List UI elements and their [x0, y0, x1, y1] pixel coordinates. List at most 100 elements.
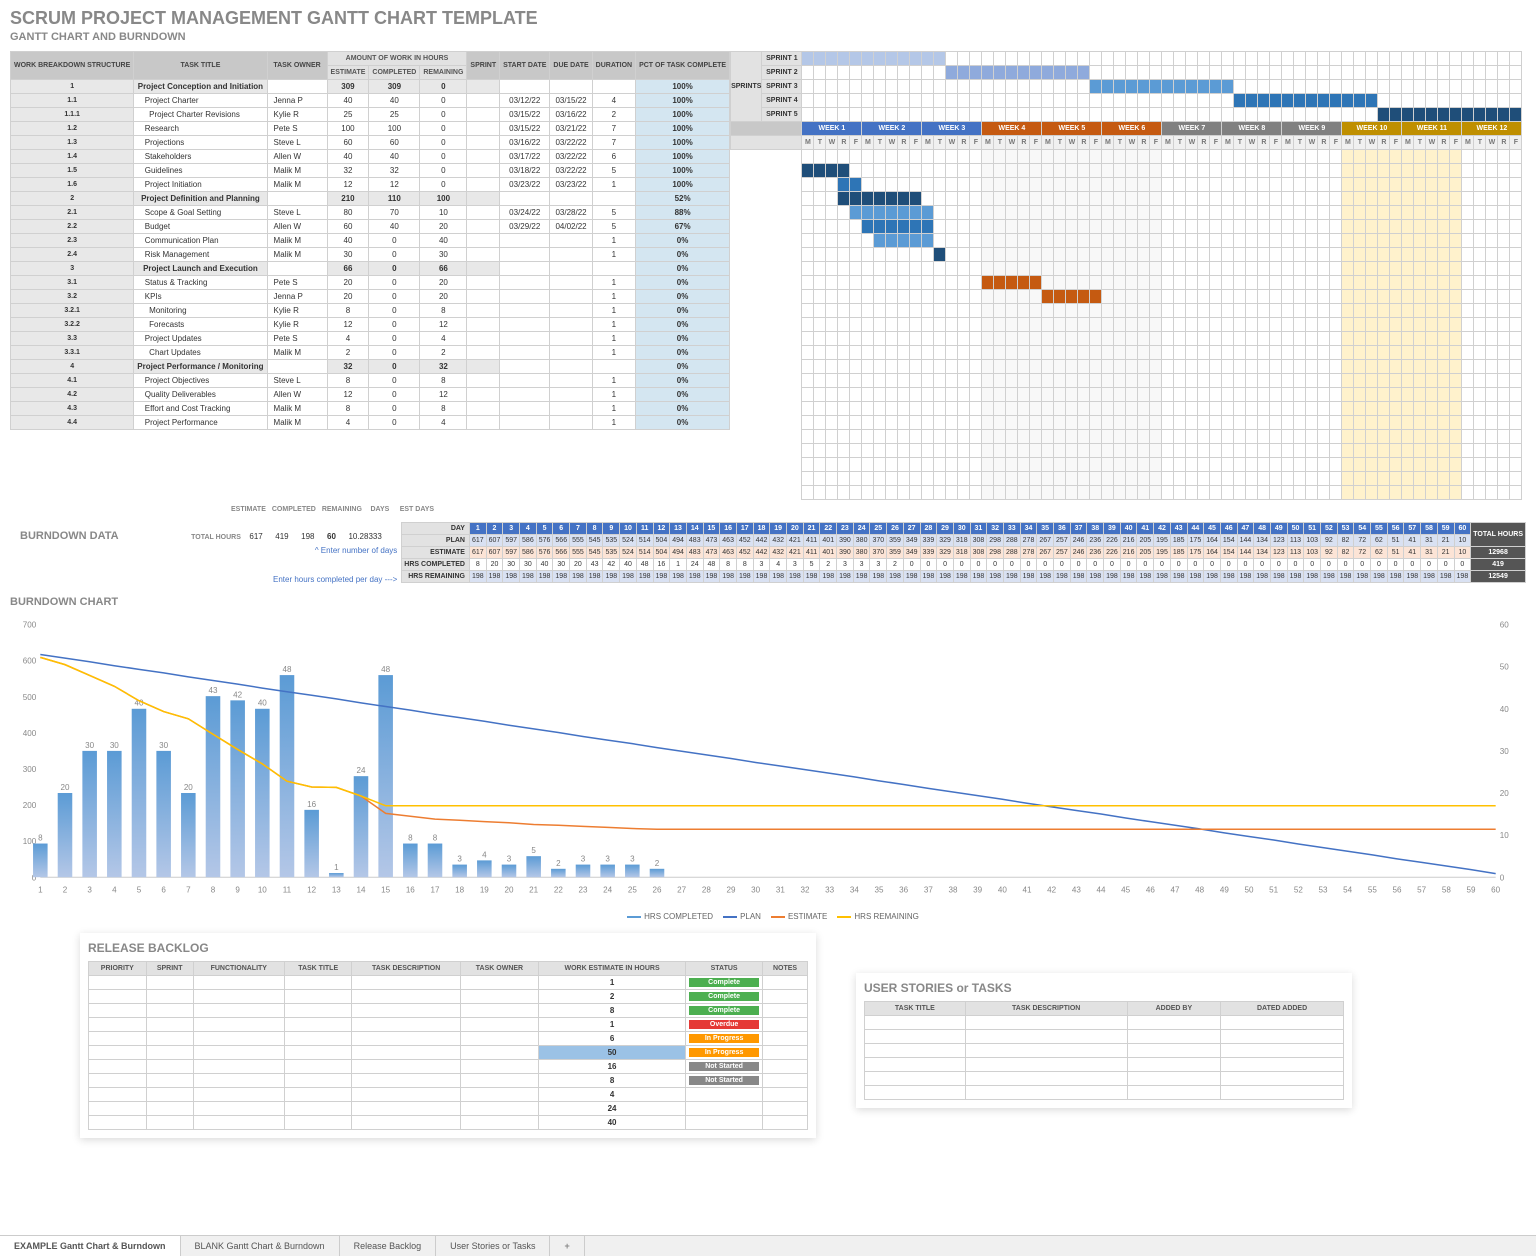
task-row[interactable]: 2.2 Budget Allen W 604020 03/29/2204/02/…: [11, 220, 730, 234]
task-row[interactable]: 1.1.1 Project Charter Revisions Kylie R …: [11, 108, 730, 122]
svg-text:8: 8: [38, 834, 43, 843]
task-row[interactable]: 2.3 Communication Plan Malik M 40040 1 0…: [11, 234, 730, 248]
task-row[interactable]: 1.3 Projections Steve L 60600 03/16/2203…: [11, 136, 730, 150]
svg-text:10: 10: [1500, 831, 1509, 840]
svg-text:56: 56: [1393, 885, 1402, 894]
svg-text:9: 9: [235, 885, 240, 894]
svg-text:400: 400: [23, 729, 37, 738]
svg-text:38: 38: [949, 885, 958, 894]
task-row[interactable]: 2.4 Risk Management Malik M 30030 1 0%: [11, 248, 730, 262]
task-row[interactable]: 3.2 KPIs Jenna P 20020 1 0%: [11, 290, 730, 304]
task-row[interactable]: 4.4 Project Performance Malik M 404 1 0%: [11, 416, 730, 430]
svg-text:1: 1: [334, 863, 339, 872]
backlog-row[interactable]: 4: [89, 1088, 808, 1102]
backlog-row[interactable]: 8 Not Started: [89, 1074, 808, 1088]
svg-text:59: 59: [1467, 885, 1476, 894]
story-row[interactable]: [865, 1072, 1344, 1086]
col-wbs: WORK BREAKDOWN STRUCTURE: [11, 52, 134, 80]
svg-text:25: 25: [628, 885, 637, 894]
subtitle: GANTT CHART AND BURNDOWN: [0, 31, 1536, 51]
col-owner: TASK OWNER: [267, 52, 327, 80]
svg-text:5: 5: [531, 846, 536, 855]
svg-text:47: 47: [1171, 885, 1180, 894]
add-sheet[interactable]: +: [550, 1236, 584, 1256]
backlog-row[interactable]: 6 In Progress: [89, 1032, 808, 1046]
svg-text:41: 41: [1023, 885, 1032, 894]
task-row[interactable]: 1.5 Guidelines Malik M 32320 03/18/2203/…: [11, 164, 730, 178]
svg-text:3: 3: [457, 855, 462, 864]
svg-text:21: 21: [529, 885, 538, 894]
task-row[interactable]: 1.4 Stakeholders Allen W 40400 03/17/220…: [11, 150, 730, 164]
svg-text:2: 2: [655, 859, 660, 868]
backlog-row[interactable]: 1 Complete: [89, 976, 808, 990]
svg-text:2: 2: [63, 885, 68, 894]
svg-text:30: 30: [1500, 747, 1509, 756]
svg-text:12: 12: [307, 885, 316, 894]
sheet-tab[interactable]: Release Backlog: [340, 1236, 437, 1256]
backlog-row[interactable]: 24: [89, 1102, 808, 1116]
task-row[interactable]: 3 Project Launch and Execution 66066 0%: [11, 262, 730, 276]
task-row[interactable]: 4 Project Performance / Monitoring 32032…: [11, 360, 730, 374]
week-header: WEEK 5: [1042, 122, 1102, 136]
task-row[interactable]: 1.1 Project Charter Jenna P 40400 03/12/…: [11, 94, 730, 108]
page-title: SCRUM PROJECT MANAGEMENT GANTT CHART TEM…: [0, 0, 1536, 31]
task-row[interactable]: 3.3 Project Updates Pete S 404 1 0%: [11, 332, 730, 346]
week-header: WEEK 7: [1162, 122, 1222, 136]
task-row[interactable]: 3.1 Status & Tracking Pete S 20020 1 0%: [11, 276, 730, 290]
task-row[interactable]: 2.1 Scope & Goal Setting Steve L 807010 …: [11, 206, 730, 220]
svg-text:30: 30: [110, 741, 119, 750]
sheet-tab[interactable]: EXAMPLE Gantt Chart & Burndown: [0, 1236, 181, 1256]
svg-text:14: 14: [356, 885, 365, 894]
svg-text:3: 3: [581, 855, 586, 864]
svg-text:30: 30: [85, 741, 94, 750]
svg-text:3: 3: [87, 885, 92, 894]
story-row[interactable]: [865, 1030, 1344, 1044]
svg-text:43: 43: [208, 686, 217, 695]
svg-text:37: 37: [924, 885, 933, 894]
task-row[interactable]: 3.2.2 Forecasts Kylie R 12012 1 0%: [11, 318, 730, 332]
backlog-row[interactable]: 50 In Progress: [89, 1046, 808, 1060]
task-row[interactable]: 1.6 Project Initiation Malik M 12120 03/…: [11, 178, 730, 192]
task-row[interactable]: 4.3 Effort and Cost Tracking Malik M 808…: [11, 402, 730, 416]
backlog-row[interactable]: 40: [89, 1116, 808, 1130]
story-row[interactable]: [865, 1058, 1344, 1072]
svg-text:19: 19: [480, 885, 489, 894]
sheet-tab[interactable]: User Stories or Tasks: [436, 1236, 550, 1256]
backlog-row[interactable]: 8 Complete: [89, 1004, 808, 1018]
task-row[interactable]: 4.1 Project Objectives Steve L 808 1 0%: [11, 374, 730, 388]
sprints-label: SPRINTS: [731, 52, 762, 122]
task-row[interactable]: 1 Project Conception and Initiation 3093…: [11, 80, 730, 94]
sheet-tab[interactable]: BLANK Gantt Chart & Burndown: [181, 1236, 340, 1256]
svg-text:200: 200: [23, 801, 37, 810]
svg-text:20: 20: [60, 783, 69, 792]
week-header: WEEK 8: [1222, 122, 1282, 136]
svg-text:53: 53: [1319, 885, 1328, 894]
chart-legend: HRS COMPLETEDPLANESTIMATEHRS REMAINING: [0, 910, 1536, 923]
svg-text:50: 50: [1245, 885, 1254, 894]
svg-text:13: 13: [332, 885, 341, 894]
svg-text:20: 20: [504, 885, 513, 894]
svg-text:16: 16: [406, 885, 415, 894]
svg-text:60: 60: [1491, 885, 1500, 894]
backlog-row[interactable]: 16 Not Started: [89, 1060, 808, 1074]
task-row[interactable]: 2 Project Definition and Planning 210110…: [11, 192, 730, 206]
task-row[interactable]: 4.2 Quality Deliverables Allen W 12012 1…: [11, 388, 730, 402]
svg-text:30: 30: [159, 741, 168, 750]
backlog-row[interactable]: 2 Complete: [89, 990, 808, 1004]
story-row[interactable]: [865, 1016, 1344, 1030]
backlog-row[interactable]: 1 Overdue: [89, 1018, 808, 1032]
task-row[interactable]: 1.2 Research Pete S 1001000 03/15/2203/2…: [11, 122, 730, 136]
svg-text:1: 1: [38, 885, 43, 894]
story-row[interactable]: [865, 1044, 1344, 1058]
story-row[interactable]: [865, 1086, 1344, 1100]
task-row[interactable]: 3.3.1 Chart Updates Malik M 202 1 0%: [11, 346, 730, 360]
svg-text:2: 2: [556, 859, 561, 868]
task-row[interactable]: 3.2.1 Monitoring Kylie R 808 1 0%: [11, 304, 730, 318]
week-header: WEEK 3: [922, 122, 982, 136]
svg-text:0: 0: [1500, 873, 1505, 882]
svg-text:51: 51: [1269, 885, 1278, 894]
svg-text:50: 50: [1500, 663, 1509, 672]
svg-text:8: 8: [408, 834, 413, 843]
sheet-tabs: EXAMPLE Gantt Chart & BurndownBLANK Gant…: [0, 1235, 1536, 1256]
svg-text:45: 45: [1121, 885, 1130, 894]
